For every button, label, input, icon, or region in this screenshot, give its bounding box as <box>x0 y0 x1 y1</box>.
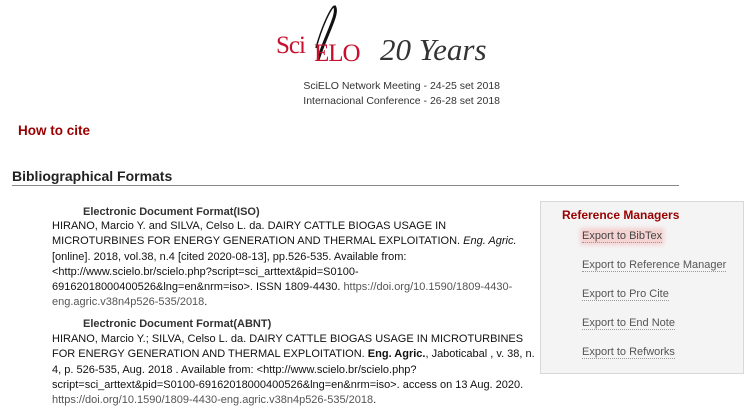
iso-format-heading: Electronic Document Format(ISO) <box>83 206 260 218</box>
iso-journal: Eng. Agric. <box>463 235 517 248</box>
iso-authors: HIRANO, Marcio Y. and SILVA, Celso L. da… <box>52 220 464 248</box>
export-end-note-link[interactable]: Export to End Note <box>582 317 675 330</box>
bibliographical-formats-title: Bibliographical Formats <box>12 168 173 184</box>
abnt-format-heading: Electronic Document Format(ABNT) <box>83 318 272 330</box>
export-pro-cite-link[interactable]: Export to Pro Cite <box>582 288 669 301</box>
reference-managers-panel: Reference Managers Export to BibTex Expo… <box>540 201 744 374</box>
banner-conference: Internacional Conference - 26-28 set 201… <box>303 95 500 107</box>
abnt-reference: HIRANO, Marcio Y.; SILVA, Celso L. da. D… <box>52 332 537 408</box>
abnt-end: . <box>373 394 377 407</box>
logo-years-text: 20 Years <box>380 32 487 67</box>
export-refworks-link[interactable]: Export to Refworks <box>582 346 675 359</box>
reference-managers-title: Reference Managers <box>562 208 680 222</box>
iso-end: . <box>204 296 208 309</box>
banner-network-meeting: SciELO Network Meeting - 24-25 set 2018 <box>303 80 500 92</box>
logo-elo-text: ELO <box>314 40 361 67</box>
abnt-doi-link[interactable]: https://doi.org/10.1590/1809-4430-eng.ag… <box>52 394 373 406</box>
abnt-journal: Eng. Agric. <box>367 348 426 361</box>
logo-sci-text: Sci <box>276 32 306 59</box>
export-bibtex-link[interactable]: Export to BibTex <box>582 230 663 243</box>
scielo-banner: Sci ELO 20 Years SciELO Network Meeting … <box>270 4 500 108</box>
how-to-cite-heading: How to cite <box>18 123 91 138</box>
section-divider <box>12 185 679 186</box>
iso-reference: HIRANO, Marcio Y. and SILVA, Celso L. da… <box>52 219 532 311</box>
export-reference-manager-link[interactable]: Export to Reference Manager <box>582 259 727 272</box>
